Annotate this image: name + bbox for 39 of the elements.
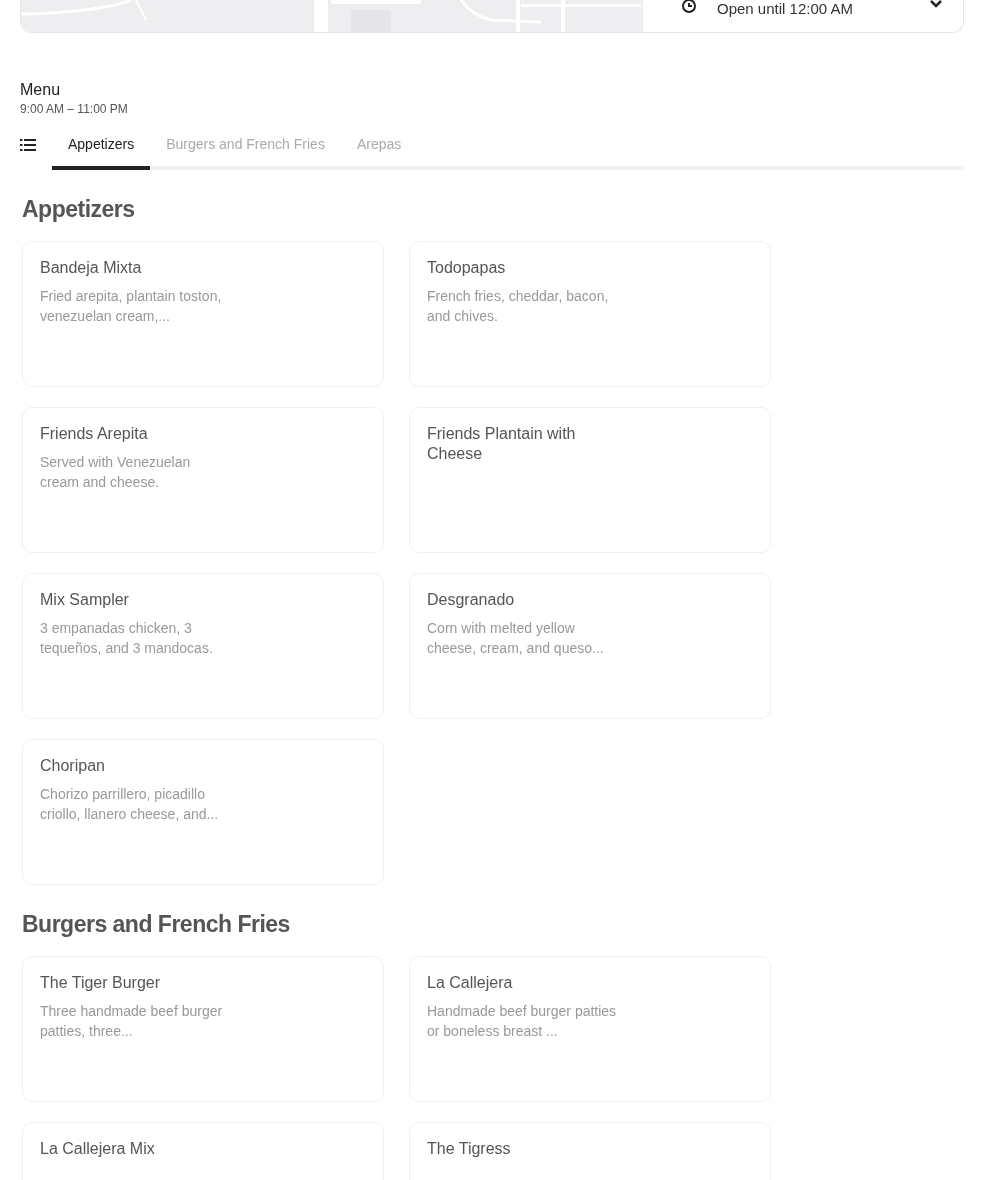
- menu-item-card[interactable]: Friends Arepita Served with Venezuelan cream and cheese.: [22, 407, 384, 553]
- menu-title: Menu: [20, 81, 62, 99]
- menu-item-card[interactable]: Mix Sampler 3 empanadas chicken, 3 tequeños, and 3 mandocas.: [22, 573, 384, 719]
- hours-status: Open until 12:00 AM: [717, 0, 854, 18]
- item-description: Handmade beef burger patties or boneless breast ...: [427, 1002, 617, 1041]
- menu-item-card[interactable]: The Tiger Burger Three handmade beef burger patties, three...: [22, 956, 384, 1102]
- clock-icon: [681, 0, 697, 16]
- menu-item-card[interactable]: Todopapas French fries, cheddar, bacon, and chives.: [409, 241, 771, 387]
- menu-item-card[interactable]: La Callejera Mix: [22, 1122, 384, 1180]
- item-name: La Callejera Mix: [40, 1139, 156, 1159]
- chevron-down-icon[interactable]: [929, 0, 943, 10]
- item-name: Desgranado: [427, 590, 516, 610]
- item-name: The Tigress: [427, 1139, 512, 1159]
- item-description: 3 empanadas chicken, 3 tequeños, and 3 mandocas.: [40, 619, 214, 658]
- menu-item-card[interactable]: Choripan Chorizo parrillero, picadillo criollo, llanero cheese, and...: [22, 739, 384, 885]
- menu-item-card[interactable]: La Callejera Handmade beef burger patties or boneless breast ...: [409, 956, 771, 1102]
- item-description: Fried arepita, plantain toston, venezuelan cream,...: [40, 287, 223, 326]
- item-description: French fries, cheddar, bacon, and chives.: [427, 287, 610, 326]
- item-description: Three handmade beef burger patties, three...: [40, 1002, 224, 1041]
- item-name: Friends Plantain with Cheese: [427, 424, 577, 464]
- item-description: Corn with melted yellow cheese, cream, and queso...: [427, 619, 605, 658]
- section-title: Appetizers: [22, 196, 136, 223]
- item-name: La Callejera: [427, 973, 514, 993]
- item-name: Mix Sampler: [40, 590, 130, 610]
- menu-hours: 9:00 AM – 11:00 PM: [20, 102, 129, 116]
- category-tab[interactable]: Appetizers: [52, 126, 151, 170]
- menu-item-card[interactable]: Desgranado Corn with melted yellow cheese, cream, and queso...: [409, 573, 771, 719]
- section-title: Burgers and French Fries: [22, 911, 291, 938]
- item-name: The Tiger Burger: [40, 973, 162, 993]
- item-name: Friends Arepita: [40, 424, 149, 444]
- item-description: Chorizo parrillero, picadillo criollo, llanero cheese, and...: [40, 785, 220, 824]
- item-name: Bandeja Mixta: [40, 258, 143, 278]
- menu-item-card[interactable]: Bandeja Mixta Fried arepita, plantain toston, venezuelan cream,...: [22, 241, 384, 387]
- item-name: Todopapas: [427, 258, 507, 278]
- menu-item-card[interactable]: Friends Plantain with Cheese: [409, 407, 771, 553]
- item-description: Served with Venezuelan cream and cheese.: [40, 453, 192, 492]
- menu-item-card[interactable]: The Tigress: [409, 1122, 771, 1180]
- list-icon[interactable]: [20, 139, 36, 151]
- item-name: Choripan: [40, 756, 106, 776]
